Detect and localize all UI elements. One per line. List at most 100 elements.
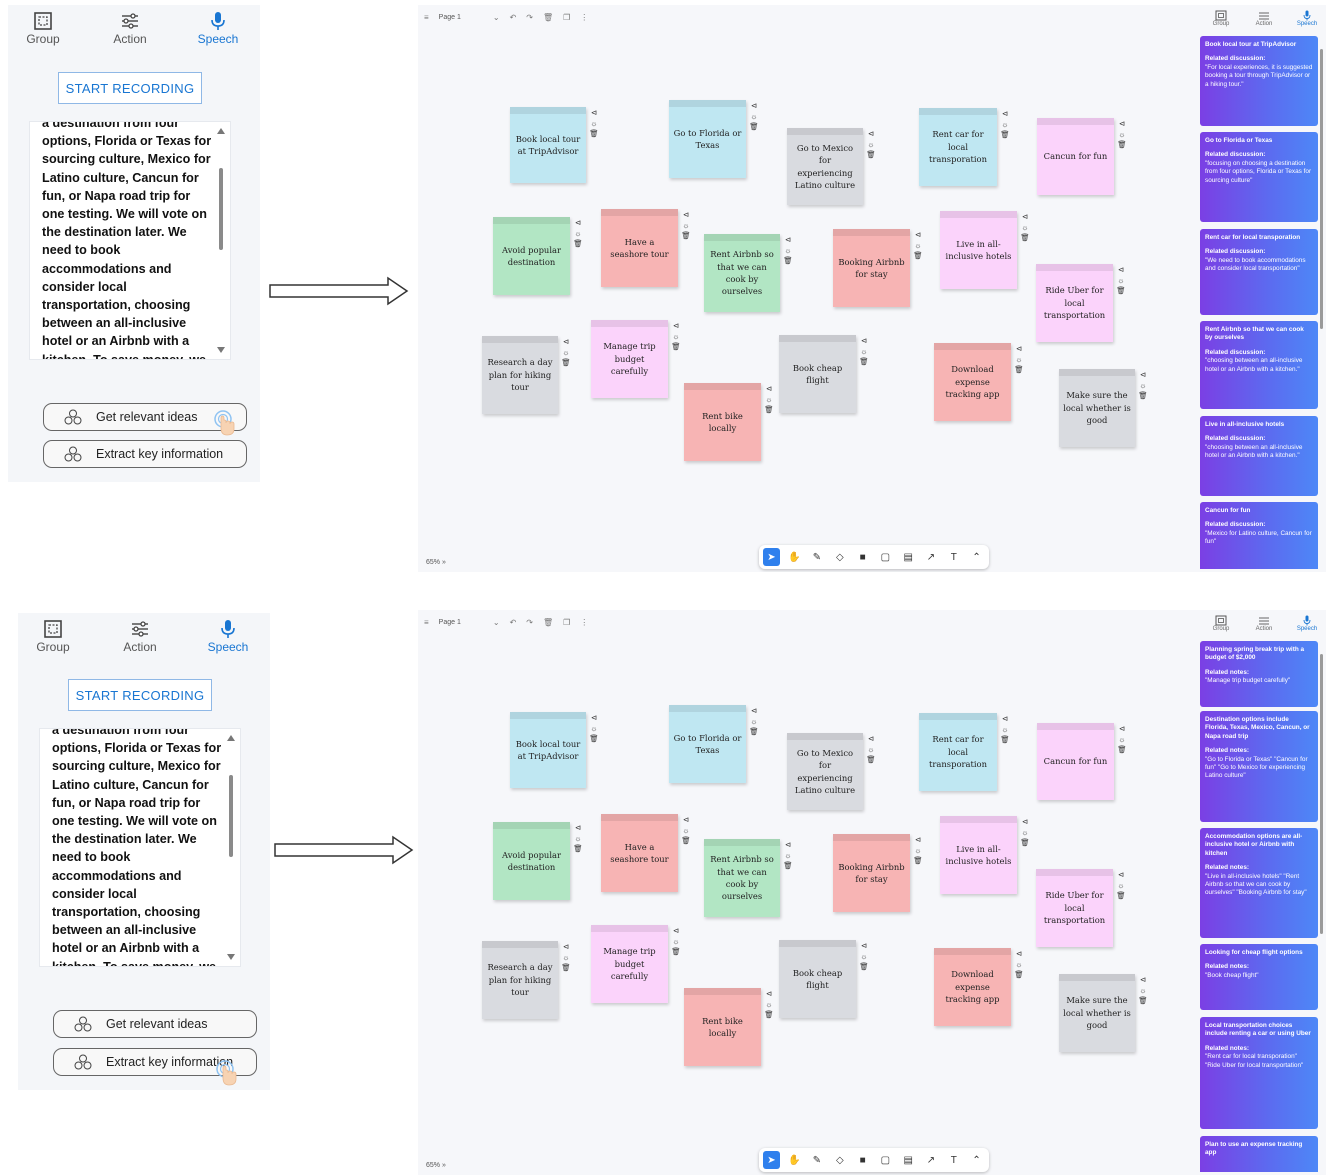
trash-icon[interactable]: 🗑 (561, 963, 571, 973)
side-tab-action[interactable]: Action (1249, 10, 1279, 27)
lightbulb-icon[interactable]: ☼ (673, 332, 680, 342)
scroll-up-icon[interactable] (227, 735, 235, 741)
pen-icon[interactable]: ✎ (809, 1151, 826, 1169)
whiteboard-top[interactable]: ≡ Page 1 ⌄ ↶ ↷ 🗑 ❐ ⋮ Book local tour at TripAdvi… (418, 5, 1326, 572)
sticky-note[interactable]: Research a day plan for hiking tour (482, 336, 558, 414)
scroll-thumb[interactable] (1320, 654, 1323, 934)
side-tab-group[interactable]: Group (1206, 615, 1236, 632)
sticky-note[interactable]: Download expense tracking app (934, 343, 1011, 421)
share-icon[interactable]: ⊲ (1002, 714, 1008, 724)
tab-action[interactable]: Action (105, 619, 175, 654)
text-icon[interactable]: T (945, 548, 962, 566)
trash-icon[interactable]: 🗑 (671, 342, 681, 352)
sticky-note[interactable]: Rent car for local transporation (919, 108, 997, 186)
sticky-note[interactable]: Rent car for local transporation (919, 713, 997, 791)
trash-icon[interactable]: 🗑 (1000, 130, 1010, 140)
insight-card[interactable]: Go to Florida or Texas Related discussion… (1200, 132, 1318, 222)
tab-speech[interactable]: Speech (193, 619, 263, 654)
trash-icon[interactable]: 🗑 (783, 861, 793, 871)
share-icon[interactable]: ⊲ (915, 230, 921, 240)
insight-card[interactable]: Looking for cheap flight options Related … (1200, 944, 1318, 1010)
sticky-note[interactable]: Book cheap flight (779, 940, 856, 1018)
lightbulb-icon[interactable]: ☼ (785, 246, 792, 256)
zoom-level[interactable]: 65% » (426, 559, 446, 566)
sticky-note[interactable]: Live in all-inclusive hotels (940, 211, 1017, 289)
lightbulb-icon[interactable]: ☼ (575, 834, 582, 844)
chevron-up-icon[interactable]: ⌃ (968, 548, 985, 566)
zoom-level[interactable]: 65% » (426, 1162, 446, 1169)
share-icon[interactable]: ⊲ (575, 823, 581, 833)
lightbulb-icon[interactable]: ☼ (1140, 381, 1147, 391)
text-icon[interactable]: T (945, 1151, 962, 1169)
share-icon[interactable]: ⊲ (1119, 724, 1125, 734)
page-selector[interactable]: Page 1 (439, 14, 461, 21)
lightbulb-icon[interactable]: ☼ (563, 348, 570, 358)
page-selector[interactable]: Page 1 (439, 619, 461, 626)
side-tab-speech[interactable]: Speech (1292, 10, 1322, 27)
undo-icon[interactable]: ↶ (510, 13, 517, 22)
lightbulb-icon[interactable]: ☼ (1118, 881, 1125, 891)
transcript-box[interactable]: a destination from four options, Florida… (30, 122, 230, 359)
lightbulb-icon[interactable]: ☼ (575, 229, 582, 239)
trash-icon[interactable]: 🗑 (913, 251, 923, 261)
share-icon[interactable]: ⊲ (868, 129, 874, 139)
share-icon[interactable]: ⊲ (1016, 949, 1022, 959)
trash-icon[interactable]: 🗑 (783, 256, 793, 266)
lightbulb-icon[interactable]: ☼ (563, 953, 570, 963)
trash-icon[interactable]: 🗑 (1117, 745, 1127, 755)
tab-speech[interactable]: Speech (183, 11, 253, 46)
side-tab-group[interactable]: Group (1206, 10, 1236, 27)
insight-card[interactable]: Planning spring break trip with a budget… (1200, 641, 1318, 707)
share-icon[interactable]: ⊲ (563, 337, 569, 347)
insight-card[interactable]: Rent car for local transporation Related … (1200, 229, 1318, 315)
lightbulb-icon[interactable]: ☼ (1002, 120, 1009, 130)
trash-icon[interactable]: 🗑 (1014, 970, 1024, 980)
lightbulb-icon[interactable]: ☼ (683, 826, 690, 836)
sticky-note[interactable]: Make sure the local whether is good (1059, 369, 1135, 447)
share-icon[interactable]: ⊲ (1119, 119, 1125, 129)
select-icon[interactable]: ➤ (763, 1151, 780, 1169)
sticky-note[interactable]: Live in all-inclusive hotels (940, 816, 1017, 894)
redo-icon[interactable]: ↷ (526, 618, 533, 627)
sticky-note[interactable]: Booking Airbnb for stay (833, 834, 910, 912)
lightbulb-icon[interactable]: ☼ (766, 1000, 773, 1010)
lightbulb-icon[interactable]: ☼ (1022, 828, 1029, 838)
duplicate-icon[interactable]: ❐ (563, 618, 570, 627)
trash-icon[interactable]: 🗑 (561, 358, 571, 368)
share-icon[interactable]: ⊲ (683, 210, 689, 220)
start-recording-button[interactable]: START RECORDING (68, 679, 212, 711)
share-icon[interactable]: ⊲ (1022, 817, 1028, 827)
whiteboard-bottom[interactable]: ≡ Page 1 ⌄ ↶ ↷ 🗑 ❐ ⋮ Book local tour at TripAdvi… (418, 610, 1326, 1175)
trash-icon[interactable]: 🗑 (1020, 233, 1030, 243)
share-icon[interactable]: ⊲ (683, 815, 689, 825)
transcript-box[interactable]: a destination from four options, Florida… (40, 729, 240, 966)
insight-card[interactable]: Accommodation options are all-inclusive … (1200, 828, 1318, 938)
share-icon[interactable]: ⊲ (591, 108, 597, 118)
sticky-note[interactable]: Booking Airbnb for stay (833, 229, 910, 307)
scroll-down-icon[interactable] (217, 347, 225, 353)
insight-card[interactable]: Destination options include Florida, Tex… (1200, 711, 1318, 822)
sticky-note[interactable]: Rent bike locally (684, 383, 761, 461)
share-icon[interactable]: ⊲ (785, 840, 791, 850)
trash-icon[interactable]: 🗑 (573, 844, 583, 854)
share-icon[interactable]: ⊲ (1140, 370, 1146, 380)
transcript-scrollbar[interactable] (216, 128, 226, 353)
sticky-note[interactable]: Have a seashore tour (601, 814, 678, 892)
trash-icon[interactable]: 🗑 (1116, 286, 1126, 296)
scroll-thumb[interactable] (1320, 49, 1323, 329)
shape-icon[interactable]: ▢ (877, 548, 894, 566)
insight-card[interactable]: Plan to use an expense tracking app (1200, 1136, 1318, 1172)
lightbulb-icon[interactable]: ☼ (766, 395, 773, 405)
insight-card[interactable]: Rent Airbnb so that we can cook by ourse… (1200, 321, 1318, 409)
tab-group[interactable]: Group (18, 619, 88, 654)
sticky-note[interactable]: Download expense tracking app (934, 948, 1011, 1026)
lightbulb-icon[interactable]: ☼ (1118, 276, 1125, 286)
trash-icon[interactable]: 🗑 (589, 129, 599, 139)
sticky-note-icon[interactable]: ■ (854, 548, 871, 566)
transcript-scrollbar[interactable] (226, 735, 236, 960)
insight-card[interactable]: Local transportation choices include ren… (1200, 1017, 1318, 1129)
lightbulb-icon[interactable]: ☼ (1119, 735, 1126, 745)
lightbulb-icon[interactable]: ☼ (861, 952, 868, 962)
eraser-icon[interactable]: ◇ (831, 1151, 848, 1169)
sticky-note[interactable]: Go to Mexico for experiencing Latino cul… (787, 733, 863, 810)
